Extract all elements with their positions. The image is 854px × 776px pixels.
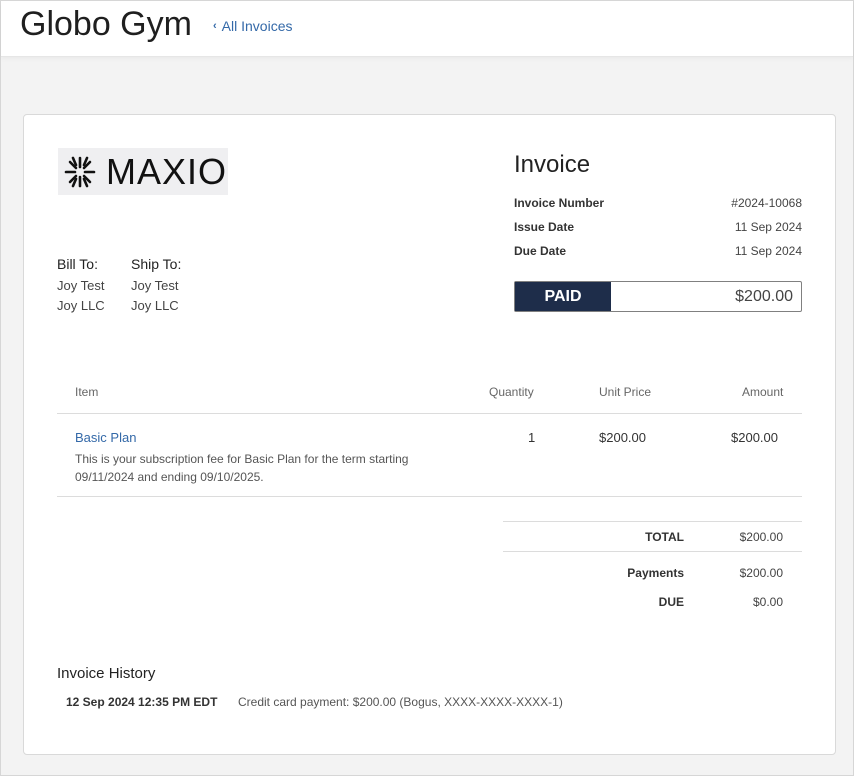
due-date-label: Due Date xyxy=(514,244,567,258)
total-value: $200.00 xyxy=(739,530,783,544)
maxio-logo: MAXIO xyxy=(58,148,228,195)
column-header-item: Item xyxy=(75,385,99,399)
due-date-row: Due Date 11 Sep 2024 xyxy=(514,244,802,258)
line-item-description: This is your subscription fee for Basic … xyxy=(75,452,409,484)
issue-date-label: Issue Date xyxy=(514,220,575,234)
invoice-number-value: #2024-10068 xyxy=(731,196,802,210)
history-entry-date: 12 Sep 2024 12:35 PM EDT xyxy=(66,695,218,709)
line-item-name: Basic Plan xyxy=(75,430,137,445)
due-date-value: 11 Sep 2024 xyxy=(734,244,802,258)
column-header-quantity: Quantity xyxy=(489,385,534,399)
column-header-amount: Amount xyxy=(742,385,784,399)
total-label: TOTAL xyxy=(645,530,684,544)
due-value: $0.00 xyxy=(752,595,783,609)
ship-to-name: Joy Test xyxy=(131,278,179,293)
due-label: DUE xyxy=(658,595,684,609)
ship-to-company: Joy LLC xyxy=(131,298,179,313)
paid-status-badge: PAID xyxy=(515,282,611,311)
invoice-history-title: Invoice History xyxy=(57,665,156,682)
table-row-divider xyxy=(57,496,802,497)
line-item-quantity: 1 xyxy=(528,430,536,445)
bill-to-company: Joy LLC xyxy=(57,298,105,313)
issue-date-row: Issue Date 11 Sep 2024 xyxy=(514,220,802,234)
maxio-logo-mark-icon xyxy=(64,156,96,187)
line-item-unit-price: $200.00 xyxy=(599,430,646,445)
history-entry-description: Credit card payment: $200.00 (Bogus, XXX… xyxy=(238,695,563,709)
ship-to-block: Ship To: Joy Test Joy LLC xyxy=(131,256,181,318)
brand-title: Globo Gym xyxy=(20,5,192,43)
invoice-number-label: Invoice Number xyxy=(514,196,605,210)
invoice-card: MAXIO Bill To: Joy Test Joy LLC Ship To:… xyxy=(23,114,836,755)
column-header-unit-price: Unit Price xyxy=(599,385,652,399)
issue-date-value: 11 Sep 2024 xyxy=(734,220,802,234)
table-header-divider xyxy=(57,413,802,414)
ship-to-heading: Ship To: xyxy=(131,256,182,272)
line-item-amount: $200.00 xyxy=(731,430,778,445)
chevron-left-icon: ‹ xyxy=(213,20,217,32)
maxio-logo-text: MAXIO xyxy=(106,150,228,192)
invoice-number-row: Invoice Number #2024-10068 xyxy=(514,196,802,210)
payment-status-box: PAID $200.00 xyxy=(514,281,802,312)
all-invoices-label: All Invoices xyxy=(221,18,293,34)
payments-value: $200.00 xyxy=(739,566,783,580)
payments-label: Payments xyxy=(627,566,684,580)
bill-to-heading: Bill To: xyxy=(57,256,98,272)
invoice-title: Invoice xyxy=(514,151,591,178)
all-invoices-link[interactable]: ‹ All Invoices xyxy=(213,18,292,34)
bill-to-name: Joy Test xyxy=(57,278,105,293)
top-bar: Globo Gym ‹ All Invoices xyxy=(1,1,853,57)
bill-to-block: Bill To: Joy Test Joy LLC xyxy=(57,256,105,318)
paid-amount: $200.00 xyxy=(735,288,793,305)
summary-total-divider xyxy=(503,551,802,552)
summary-top-divider xyxy=(503,521,802,522)
